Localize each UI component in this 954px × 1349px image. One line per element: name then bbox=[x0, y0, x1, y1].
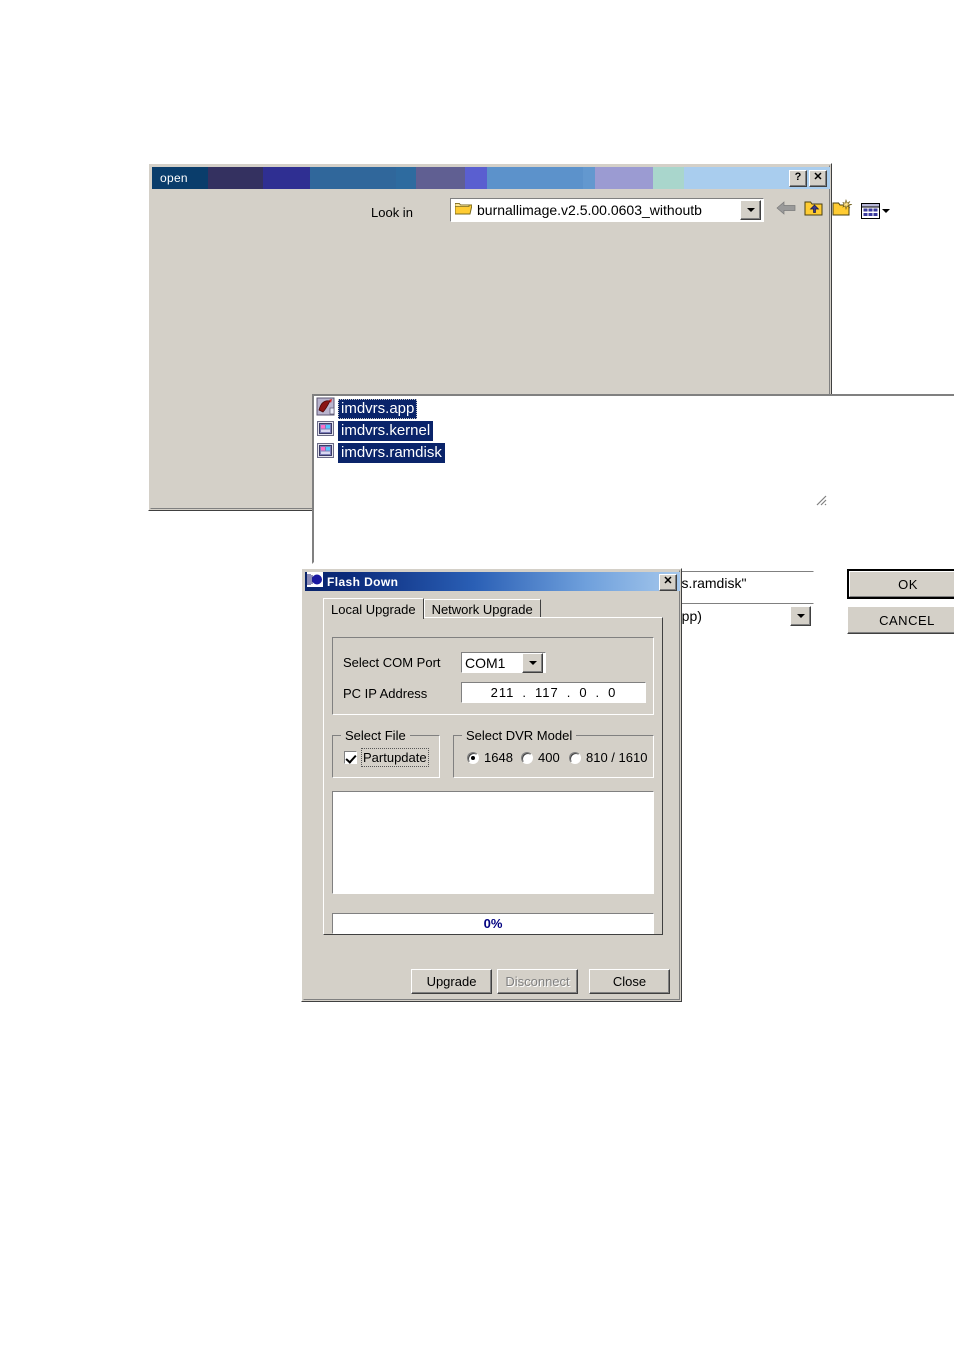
list-item-label: imdvrs.kernel bbox=[338, 421, 434, 441]
app-file-icon bbox=[316, 397, 335, 421]
resize-grip[interactable] bbox=[814, 493, 827, 506]
chevron-down-icon[interactable] bbox=[740, 200, 761, 220]
lookin-row: Look in burnallimage.v2.5.00.0603_withou… bbox=[149, 196, 833, 230]
partupdate-label: Partupdate bbox=[361, 748, 429, 767]
radio-button[interactable] bbox=[521, 751, 533, 764]
list-item[interactable]: imdvrs.kernel bbox=[316, 419, 434, 443]
com-port-combobox[interactable]: COM1 bbox=[461, 652, 546, 673]
close-button[interactable]: ✕ bbox=[809, 170, 827, 187]
views-icon[interactable] bbox=[861, 202, 890, 219]
views-chevron-down-icon[interactable] bbox=[882, 208, 890, 213]
up-one-level-icon[interactable] bbox=[804, 199, 824, 222]
flash-dialog-title: Flash Down bbox=[327, 574, 399, 589]
back-icon[interactable] bbox=[776, 200, 796, 221]
tab-local-upgrade[interactable]: Local Upgrade bbox=[323, 598, 424, 619]
close-button[interactable]: ✕ bbox=[659, 574, 677, 591]
lookin-label: Look in bbox=[371, 205, 413, 220]
open-dialog-titlebar-buttons: ? ✕ bbox=[789, 170, 827, 187]
partupdate-checkbox-row[interactable]: Partupdate bbox=[344, 748, 429, 767]
pc-ip-address-input[interactable]: 211 . 117 . 0 . 0 bbox=[461, 682, 646, 703]
lookin-value: burnallimage.v2.5.00.0603_withoutb bbox=[477, 202, 702, 218]
radio-model-1648[interactable]: 1648 bbox=[467, 750, 513, 765]
select-dvr-model-legend: Select DVR Model bbox=[462, 728, 577, 743]
com-port-label: Select COM Port bbox=[343, 655, 441, 670]
pc-ip-address-label: PC IP Address bbox=[343, 686, 428, 701]
open-dialog-titlebar[interactable]: open ? ✕ bbox=[152, 167, 830, 189]
log-output-area[interactable] bbox=[332, 791, 654, 894]
open-dialog-title: open bbox=[160, 171, 188, 185]
list-item-label: imdvrs.ramdisk bbox=[338, 443, 445, 463]
upgrade-button[interactable]: Upgrade bbox=[411, 969, 492, 994]
progress-label: 0% bbox=[483, 916, 503, 931]
generic-file-icon bbox=[316, 441, 335, 465]
file-list[interactable]: imdvrs.app imdvrs.kernel imdvrs.ramdisk bbox=[312, 394, 954, 564]
cancel-button[interactable]: CANCEL bbox=[847, 606, 954, 634]
list-item[interactable]: imdvrs.app bbox=[316, 397, 418, 421]
ok-button[interactable]: OK bbox=[847, 569, 954, 599]
ip-octet-4: 0 bbox=[608, 685, 617, 700]
ip-octet-1: 211 bbox=[490, 685, 515, 700]
radio-label: 400 bbox=[538, 750, 560, 765]
select-file-legend: Select File bbox=[341, 728, 410, 743]
open-file-dialog: open ? ✕ Look in burnallimage.v2.5.00.06… bbox=[148, 163, 954, 656]
partupdate-checkbox[interactable] bbox=[344, 751, 357, 764]
ip-separator: . bbox=[595, 685, 601, 700]
radio-label: 810 / 1610 bbox=[586, 750, 648, 765]
ok-button-label: OK bbox=[849, 571, 954, 597]
ip-octet-3: 0 bbox=[579, 685, 588, 700]
flash-dialog-titlebar[interactable]: Flash Down ✕ bbox=[305, 571, 680, 592]
chevron-down-icon[interactable] bbox=[790, 605, 811, 626]
ip-separator: . bbox=[522, 685, 527, 700]
disconnect-button: Disconnect bbox=[497, 969, 578, 994]
connection-group bbox=[332, 637, 654, 715]
progress-bar: 0% bbox=[332, 913, 654, 934]
ip-octet-2: 117 bbox=[534, 685, 559, 700]
flash-app-icon bbox=[307, 571, 323, 592]
open-dialog-toolbar bbox=[776, 198, 890, 222]
list-item-label: imdvrs.app bbox=[338, 399, 418, 419]
list-item[interactable]: imdvrs.ramdisk bbox=[316, 442, 445, 464]
radio-button[interactable] bbox=[569, 751, 581, 764]
tabstrip: Local Upgrade Network Upgrade bbox=[323, 598, 663, 619]
flash-down-dialog: Flash Down ✕ Local Upgrade Network Upgra… bbox=[301, 568, 682, 1002]
com-port-value: COM1 bbox=[465, 654, 506, 671]
radio-button[interactable] bbox=[467, 751, 479, 764]
tab-network-upgrade[interactable]: Network Upgrade bbox=[423, 599, 541, 618]
help-button[interactable]: ? bbox=[789, 170, 807, 187]
folder-icon bbox=[454, 201, 473, 220]
generic-file-icon bbox=[316, 419, 335, 443]
titlebar-gradient-bands bbox=[152, 167, 830, 189]
close-button[interactable]: Close bbox=[589, 969, 670, 994]
radio-model-810-1610[interactable]: 810 / 1610 bbox=[569, 750, 647, 765]
radio-label: 1648 bbox=[484, 750, 513, 765]
radio-model-400[interactable]: 400 bbox=[521, 750, 560, 765]
lookin-combobox[interactable]: burnallimage.v2.5.00.0603_withoutb bbox=[450, 198, 764, 222]
chevron-down-icon[interactable] bbox=[522, 652, 543, 673]
new-folder-icon[interactable] bbox=[832, 198, 853, 222]
ip-separator: . bbox=[566, 685, 572, 700]
